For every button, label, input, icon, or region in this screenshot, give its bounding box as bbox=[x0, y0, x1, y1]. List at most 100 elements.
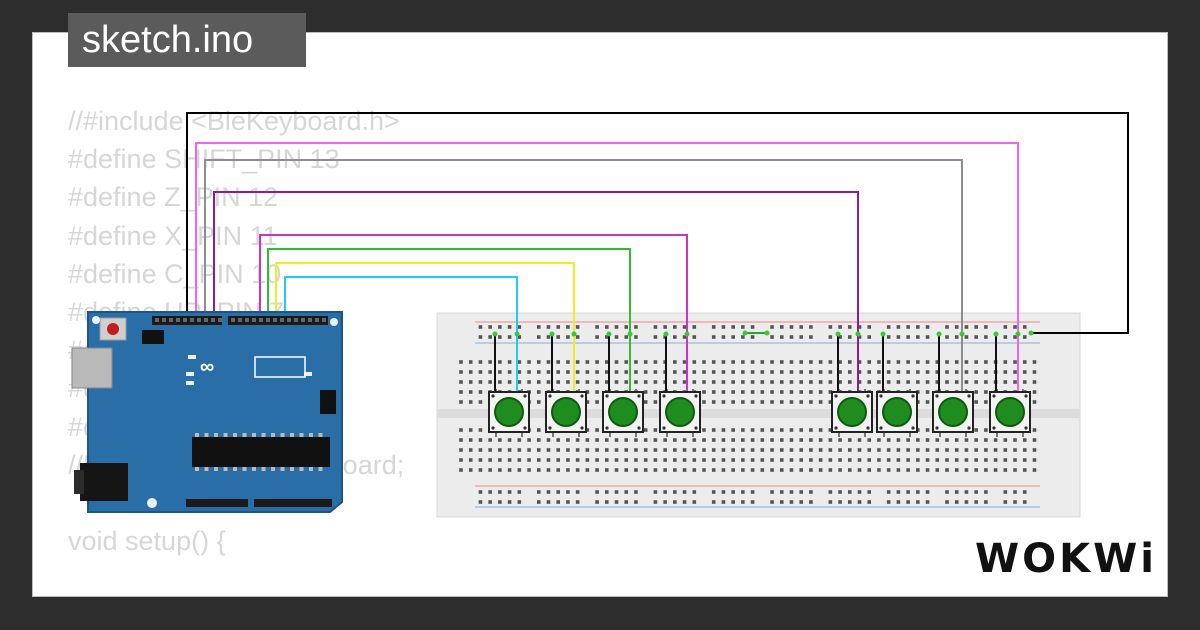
breadboard-hole bbox=[916, 325, 920, 329]
button-corner bbox=[1024, 394, 1028, 398]
breadboard-hole bbox=[770, 370, 774, 374]
breadboard-hole bbox=[478, 400, 483, 404]
button-corner bbox=[967, 426, 971, 430]
breadboard-hole bbox=[964, 380, 969, 384]
breadboard-hole bbox=[770, 325, 774, 329]
breadboard-hole bbox=[867, 380, 872, 384]
button-corner bbox=[911, 394, 915, 398]
chip-pin bbox=[280, 467, 285, 471]
breadboard-hole bbox=[741, 468, 745, 472]
breadboard-hole bbox=[964, 370, 969, 374]
chip-pin bbox=[223, 433, 228, 437]
breadboard-hole bbox=[974, 360, 978, 364]
breadboard-hole bbox=[809, 468, 813, 472]
breadboard-hole bbox=[935, 468, 940, 472]
breadboard-hole bbox=[857, 458, 862, 462]
breadboard-hole bbox=[848, 438, 852, 442]
breadboard-hole bbox=[605, 325, 609, 329]
breadboard-hole bbox=[964, 325, 969, 329]
button-corner bbox=[935, 426, 939, 430]
breadboard-hole bbox=[770, 428, 774, 432]
breadboard-hole bbox=[925, 390, 930, 394]
breadboard-hole bbox=[848, 468, 852, 472]
breadboard-hole bbox=[1013, 438, 1017, 442]
breadboard-hole bbox=[964, 438, 969, 442]
wire-end bbox=[1028, 330, 1034, 336]
breadboard-hole bbox=[653, 448, 658, 452]
button-cap bbox=[837, 397, 867, 427]
breadboard-hole bbox=[1032, 400, 1037, 404]
breadboard-hole bbox=[711, 325, 716, 329]
breadboard-hole bbox=[673, 335, 677, 339]
breadboard-hole bbox=[468, 390, 473, 394]
breadboard-hole bbox=[1022, 500, 1027, 504]
breadboard-hole bbox=[673, 448, 677, 452]
breadboard-hole bbox=[653, 380, 658, 384]
breadboard-hole bbox=[556, 325, 560, 329]
breadboard-hole bbox=[536, 468, 541, 472]
breadboard-hole bbox=[575, 335, 580, 339]
breadboard-hole bbox=[711, 490, 716, 494]
breadboard-hole bbox=[459, 360, 463, 364]
breadboard-hole bbox=[925, 400, 930, 404]
breadboard-hole bbox=[663, 325, 667, 329]
breadboard-hole bbox=[848, 500, 852, 504]
breadboard-hole bbox=[867, 335, 872, 339]
breadboard-hole bbox=[1022, 380, 1027, 384]
breadboard-hole bbox=[546, 360, 551, 364]
breadboard-hole bbox=[809, 335, 813, 339]
breadboard-hole bbox=[906, 325, 910, 329]
breadboard-hole bbox=[614, 335, 619, 339]
button-corner bbox=[662, 394, 666, 398]
breadboard-hole bbox=[614, 468, 619, 472]
power-jack bbox=[80, 463, 128, 501]
header-pin bbox=[294, 318, 298, 322]
file-tab[interactable]: sketch.ino bbox=[68, 13, 306, 67]
breadboard-hole bbox=[964, 360, 969, 364]
breadboard-hole bbox=[877, 448, 881, 452]
breadboard-hole bbox=[692, 500, 697, 504]
breadboard-hole bbox=[1032, 370, 1037, 374]
button-corner bbox=[491, 426, 495, 430]
breadboard-hole bbox=[779, 448, 784, 452]
button-cap bbox=[995, 397, 1025, 427]
button-corner bbox=[866, 394, 870, 398]
breadboard-hole bbox=[896, 490, 901, 494]
breadboard-hole bbox=[954, 360, 959, 364]
header-pin bbox=[252, 318, 256, 322]
breadboard-hole bbox=[634, 448, 638, 452]
button-corner bbox=[637, 426, 641, 430]
breadboard-hole bbox=[799, 500, 803, 504]
breadboard-hole bbox=[818, 468, 823, 472]
breadboard-hole bbox=[527, 370, 531, 374]
breadboard-hole bbox=[507, 325, 512, 329]
breadboard-hole bbox=[954, 325, 959, 329]
breadboard-hole bbox=[838, 490, 842, 494]
breadboard-hole bbox=[459, 390, 463, 394]
breadboard-hole bbox=[478, 490, 483, 494]
breadboard-hole bbox=[779, 500, 784, 504]
button-cap bbox=[938, 397, 968, 427]
breadboard-hole bbox=[770, 490, 774, 494]
breadboard-hole bbox=[653, 400, 658, 404]
breadboard-hole bbox=[682, 325, 687, 329]
breadboard-hole bbox=[634, 500, 638, 504]
breadboard-hole bbox=[643, 468, 648, 472]
breadboard-hole bbox=[857, 490, 862, 494]
l-led bbox=[188, 355, 196, 359]
breadboard-hole bbox=[546, 335, 551, 339]
breadboard-hole bbox=[702, 468, 706, 472]
breadboard-hole bbox=[1013, 380, 1017, 384]
chip-pin bbox=[290, 467, 294, 471]
breadboard-hole bbox=[468, 400, 473, 404]
breadboard-hole bbox=[498, 468, 502, 472]
breadboard-hole bbox=[682, 438, 687, 442]
breadboard-hole bbox=[848, 490, 852, 494]
breadboard-hole bbox=[595, 335, 599, 339]
breadboard-hole bbox=[857, 500, 862, 504]
breadboard-hole bbox=[585, 370, 590, 374]
breadboard-hole bbox=[595, 428, 599, 432]
breadboard-hole bbox=[498, 335, 502, 339]
jumper-wire bbox=[186, 112, 1129, 334]
breadboard-hole bbox=[867, 468, 872, 472]
